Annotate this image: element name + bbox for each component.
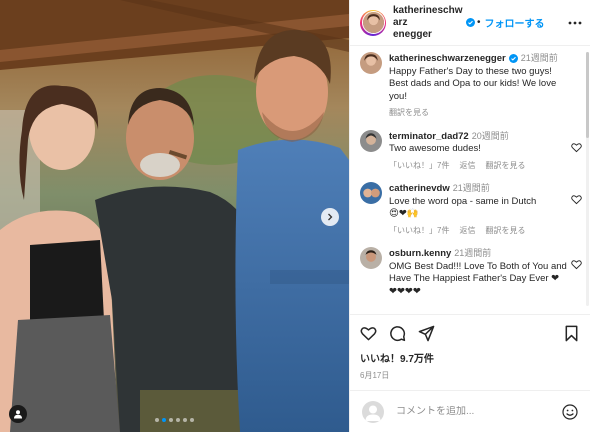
caption-username[interactable]: katherineschwarzenegger bbox=[389, 53, 506, 64]
comment-icon[interactable] bbox=[389, 325, 406, 342]
likes-count[interactable]: いいね！9.7万件 bbox=[360, 350, 580, 365]
comment-translate-link[interactable]: 翻訳を見る bbox=[485, 160, 525, 173]
comment-text: OMG Best Dad!!! Love To Both of You and … bbox=[389, 260, 567, 297]
comment-item: terminator_dad72 20週間前 Two awesome dudes!… bbox=[360, 129, 582, 173]
heart-icon[interactable] bbox=[571, 142, 582, 153]
post-actions: いいね！9.7万件 6月17日 bbox=[350, 314, 590, 390]
current-user-avatar bbox=[362, 400, 384, 423]
post-photo bbox=[0, 0, 349, 432]
emoji-icon[interactable] bbox=[562, 403, 578, 420]
comment-likes-count[interactable]: 「いいね！」7件 bbox=[389, 160, 449, 173]
heart-icon[interactable] bbox=[360, 325, 377, 342]
post-header: katherineschwarz enegger • フォローする bbox=[350, 0, 590, 46]
heart-icon[interactable] bbox=[571, 194, 582, 205]
comment-username[interactable]: osburn.kenny bbox=[389, 248, 451, 259]
comment-input[interactable] bbox=[396, 406, 562, 417]
comment-emoji: 😍❤🙌 bbox=[389, 208, 419, 219]
carousel-dot bbox=[176, 418, 180, 422]
caption-translate-link[interactable]: 翻訳を見る bbox=[389, 107, 429, 120]
comment-translate-link[interactable]: 翻訳を見る bbox=[485, 225, 525, 238]
comment-avatar[interactable] bbox=[360, 182, 382, 204]
comment-reply-button[interactable]: 返信 bbox=[459, 225, 475, 238]
caption-time[interactable]: 21週間前 bbox=[521, 53, 558, 63]
comment-avatar[interactable] bbox=[360, 247, 382, 269]
author-username[interactable]: katherineschwarz enegger bbox=[393, 5, 463, 41]
next-slide-button[interactable] bbox=[321, 208, 339, 226]
caption-text: Happy Father's Day to these two guys! Be… bbox=[389, 65, 557, 102]
comment-item: osburn.kenny 21週間前 OMG Best Dad!!! Love T… bbox=[360, 247, 582, 298]
comment-reply-button[interactable]: 返信 bbox=[459, 160, 475, 173]
carousel-dot bbox=[190, 418, 194, 422]
comment-text: Two awesome dudes! bbox=[389, 143, 481, 154]
post-date[interactable]: 6月17日 bbox=[360, 370, 580, 390]
more-options-button[interactable] bbox=[568, 16, 582, 30]
verified-icon bbox=[508, 53, 518, 63]
carousel-dot bbox=[162, 418, 166, 422]
post-caption: katherineschwarzenegger 21週間前 Happy Fathe… bbox=[360, 52, 582, 120]
user-tag-icon bbox=[14, 410, 22, 419]
share-icon[interactable] bbox=[418, 325, 435, 342]
comment-username[interactable]: catherinevdw bbox=[389, 183, 450, 194]
bookmark-icon[interactable] bbox=[563, 325, 580, 342]
comments-list[interactable]: katherineschwarzenegger 21週間前 Happy Fathe… bbox=[350, 46, 590, 314]
verified-icon bbox=[466, 18, 475, 27]
carousel-dot bbox=[169, 418, 173, 422]
post-media[interactable] bbox=[0, 0, 349, 432]
caption-avatar[interactable] bbox=[360, 52, 382, 74]
comment-item: catherinevdw 21週間前 Love the word opa - sa… bbox=[360, 182, 582, 237]
comment-likes-count[interactable]: 「いいね！」7件 bbox=[389, 225, 449, 238]
comment-time[interactable]: 21週間前 bbox=[454, 248, 491, 258]
header-separator: • bbox=[477, 17, 481, 28]
scrollbar-thumb[interactable] bbox=[586, 52, 589, 138]
user-tags-button[interactable] bbox=[9, 405, 27, 423]
instagram-post: katherineschwarz enegger • フォローする kather… bbox=[0, 0, 590, 432]
comment-time[interactable]: 20週間前 bbox=[472, 131, 509, 141]
comment-username[interactable]: terminator_dad72 bbox=[389, 131, 469, 142]
carousel-indicator bbox=[0, 418, 349, 422]
comment-time[interactable]: 21週間前 bbox=[453, 183, 490, 193]
comment-text: Love the word opa - same in Dutch bbox=[389, 195, 537, 207]
add-comment-bar bbox=[350, 390, 590, 432]
more-icon bbox=[568, 21, 582, 24]
comments-scrollbar[interactable] bbox=[586, 52, 589, 306]
heart-icon[interactable] bbox=[571, 259, 582, 270]
comment-avatar[interactable] bbox=[360, 129, 382, 152]
author-username-line2: enegger bbox=[393, 28, 432, 40]
author-avatar[interactable] bbox=[360, 9, 386, 36]
carousel-dot bbox=[155, 418, 159, 422]
post-side-panel: katherineschwarz enegger • フォローする kather… bbox=[349, 0, 590, 432]
carousel-dot bbox=[183, 418, 187, 422]
author-username-line1: katherineschwarz bbox=[393, 4, 463, 28]
follow-button[interactable]: フォローする bbox=[485, 15, 545, 30]
next-arrow-icon bbox=[328, 213, 333, 221]
